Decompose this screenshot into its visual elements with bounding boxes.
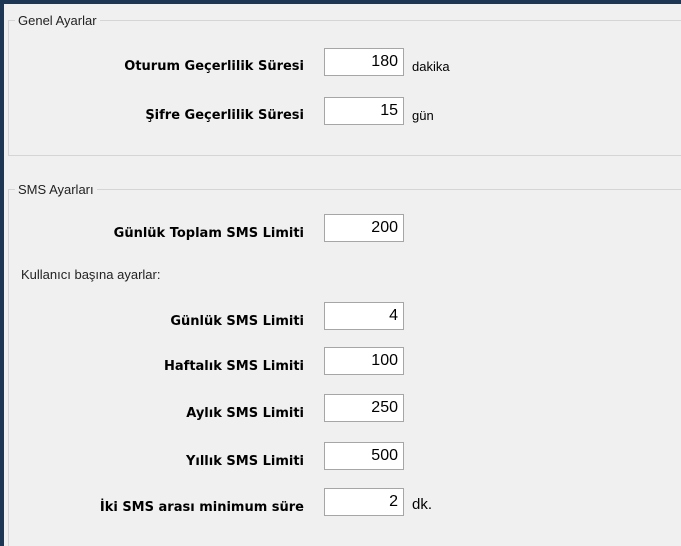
weekly-sms-limit-label: Haftalık SMS Limiti <box>164 359 304 374</box>
sms-settings-legend: SMS Ayarları <box>18 182 94 197</box>
session-validity-unit: dakika <box>412 59 450 74</box>
total-daily-sms-limit-input[interactable] <box>324 214 404 242</box>
session-validity-input[interactable] <box>324 48 404 76</box>
min-interval-input[interactable] <box>324 488 404 516</box>
min-interval-unit: dk. <box>412 496 433 513</box>
daily-sms-limit-input[interactable] <box>324 302 404 330</box>
monthly-sms-limit-input[interactable] <box>324 394 404 422</box>
general-settings-group: Genel Ayarlar <box>8 13 681 156</box>
settings-window: Genel Ayarlar SMS Ayarları Oturum Geçerl… <box>4 4 681 546</box>
yearly-sms-limit-label: Yıllık SMS Limiti <box>185 454 304 469</box>
total-daily-sms-limit-label: Günlük Toplam SMS Limiti <box>113 226 304 241</box>
yearly-sms-limit-input[interactable] <box>324 442 404 470</box>
weekly-sms-limit-input[interactable] <box>324 347 404 375</box>
password-validity-unit: gün <box>412 108 434 123</box>
password-validity-input[interactable] <box>324 97 404 125</box>
per-user-settings-caption: Kullanıcı başına ayarlar: <box>21 267 161 282</box>
min-interval-label: İki SMS arası minimum süre <box>99 500 304 515</box>
session-validity-label: Oturum Geçerlilik Süresi <box>124 59 304 74</box>
monthly-sms-limit-label: Aylık SMS Limiti <box>186 406 304 421</box>
daily-sms-limit-label: Günlük SMS Limiti <box>170 314 304 329</box>
general-settings-legend: Genel Ayarlar <box>18 13 97 28</box>
password-validity-label: Şifre Geçerlilik Süresi <box>145 108 304 123</box>
